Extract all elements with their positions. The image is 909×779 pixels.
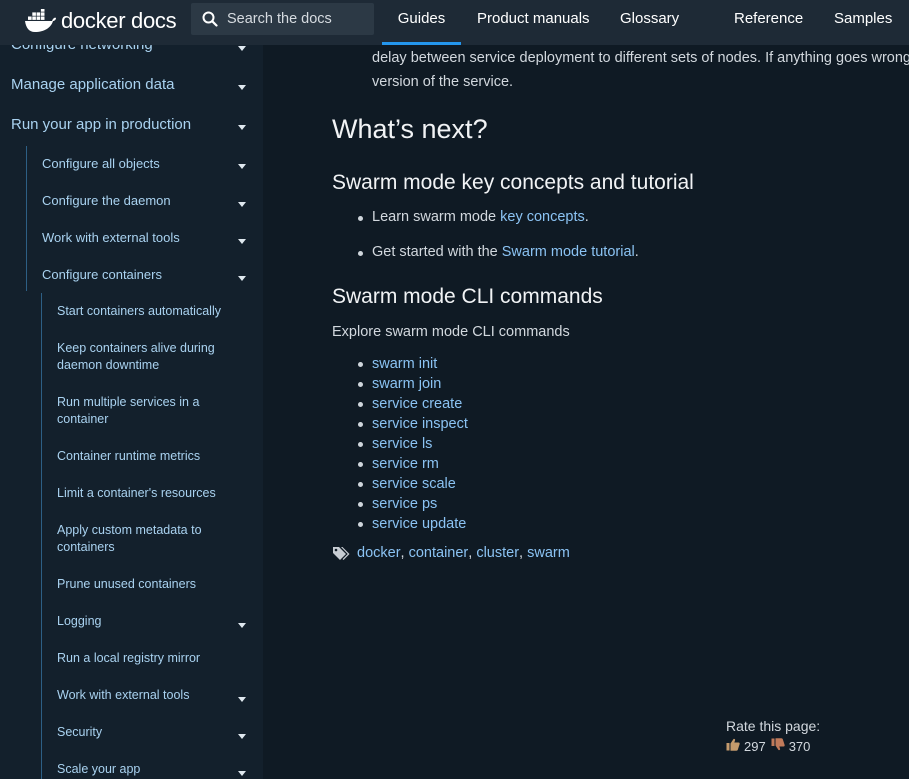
sidebar-item-security[interactable]: Security xyxy=(57,724,232,741)
logo-text: docker docs xyxy=(61,8,177,33)
sidebar-item-keep-containers-alive[interactable]: Keep containers alive during daemon down… xyxy=(57,340,232,374)
tag-link-cluster[interactable]: cluster xyxy=(476,545,519,561)
intro-text-line-1: delay between service deployment to diff… xyxy=(372,50,909,66)
bullet xyxy=(358,502,363,507)
tag-separator: , xyxy=(468,545,477,561)
thumbs-up-count: 297 xyxy=(744,738,766,754)
nesting-line xyxy=(26,146,27,291)
bullet xyxy=(358,251,363,256)
bullet-suffix: . xyxy=(634,244,639,260)
concepts-heading: Swarm mode key concepts and tutorial xyxy=(332,171,694,194)
rate-this-page-label: Rate this page: xyxy=(726,718,821,734)
chevron-down-icon[interactable] xyxy=(238,239,246,244)
thumbs-up-icon[interactable] xyxy=(726,738,740,754)
cli-heading: Swarm mode CLI commands xyxy=(332,285,603,308)
cli-link-service-update[interactable]: service update xyxy=(372,516,466,532)
tag-link-docker[interactable]: docker xyxy=(357,545,401,561)
sidebar-item-run-your-app-in-production[interactable]: Run your app in production xyxy=(11,116,191,133)
bullet xyxy=(358,482,363,487)
search-input[interactable] xyxy=(227,11,367,27)
chevron-down-icon[interactable] xyxy=(238,771,246,776)
cli-link-swarm-join[interactable]: swarm join xyxy=(372,376,441,392)
sidebar-item-prune-unused-containers[interactable]: Prune unused containers xyxy=(57,576,232,593)
bullet xyxy=(358,362,363,367)
nav-tab-guides[interactable]: Guides xyxy=(382,0,461,45)
chevron-down-icon[interactable] xyxy=(238,734,246,739)
bullet xyxy=(358,422,363,427)
docker-docs-logo[interactable]: docker docs xyxy=(23,6,177,36)
sidebar-item-run-local-registry-mirror[interactable]: Run a local registry mirror xyxy=(57,650,232,667)
tags-icon xyxy=(333,546,350,560)
tags-row: docker, container, cluster, swarm xyxy=(332,545,570,561)
bullet-text: Learn swarm mode xyxy=(372,209,501,225)
sidebar-item-manage-application-data[interactable]: Manage application data xyxy=(11,76,174,93)
sidebar-item-limit-container-resources[interactable]: Limit a container's resources xyxy=(57,485,232,502)
chevron-down-icon[interactable] xyxy=(238,46,246,51)
sidebar-item-configure-the-daemon[interactable]: Configure the daemon xyxy=(42,193,171,208)
main-nav: Guides Product manuals Glossary Referenc… xyxy=(382,0,908,45)
concepts-bullet-1: Learn swarm mode key concepts. xyxy=(372,209,589,225)
sidebar-item-container-runtime-metrics[interactable]: Container runtime metrics xyxy=(57,448,232,465)
cli-link-service-ps[interactable]: service ps xyxy=(372,496,437,512)
bullet-suffix: . xyxy=(584,209,589,225)
bullet xyxy=(358,442,363,447)
intro-text-line-2: version of the service. xyxy=(372,74,514,90)
thumbs-down-icon[interactable] xyxy=(771,738,785,754)
key-concepts-link[interactable]: key concepts xyxy=(500,209,585,225)
nav-tab-reference[interactable]: Reference xyxy=(718,0,818,45)
main-content: delay between service deployment to diff… xyxy=(263,45,909,779)
chevron-down-icon[interactable] xyxy=(238,202,246,207)
cli-link-service-ls[interactable]: service ls xyxy=(372,436,432,452)
bullet xyxy=(358,382,363,387)
top-navigation-bar: docker docs Guides Product manuals Gloss… xyxy=(0,0,909,45)
bullet xyxy=(358,402,363,407)
nav-tab-samples[interactable]: Samples xyxy=(818,0,908,45)
cli-link-swarm-init[interactable]: swarm init xyxy=(372,356,437,372)
sidebar-item-work-with-external-tools[interactable]: Work with external tools xyxy=(42,230,180,245)
explore-text: Explore swarm mode CLI commands xyxy=(332,324,570,340)
sidebar-item-configure-containers[interactable]: Configure containers xyxy=(42,267,162,282)
sidebar-item-configure-networking[interactable]: Configure networking xyxy=(11,45,153,53)
sidebar-item-logging[interactable]: Logging xyxy=(57,613,232,630)
sidebar-item-work-with-external-tools-2[interactable]: Work with external tools xyxy=(57,687,232,704)
docker-whale-icon xyxy=(25,9,56,32)
concepts-bullet-2: Get started with the Swarm mode tutorial… xyxy=(372,244,639,260)
chevron-down-icon[interactable] xyxy=(238,623,246,628)
cli-link-service-inspect[interactable]: service inspect xyxy=(372,416,468,432)
bullet xyxy=(358,462,363,467)
tag-separator: , xyxy=(519,545,528,561)
sidebar-item-run-multiple-services[interactable]: Run multiple services in a container xyxy=(57,394,232,428)
search-icon xyxy=(202,11,218,27)
sidebar-item-configure-all-objects[interactable]: Configure all objects xyxy=(42,156,160,171)
sidebar-item-start-containers-automatically[interactable]: Start containers automatically xyxy=(57,303,232,320)
bullet xyxy=(358,216,363,221)
bullet xyxy=(358,522,363,527)
chevron-down-icon[interactable] xyxy=(238,125,246,130)
sidebar-item-apply-custom-metadata[interactable]: Apply custom metadata to containers xyxy=(57,522,232,556)
sidebar-item-scale-your-app[interactable]: Scale your app xyxy=(57,761,232,778)
cli-link-service-scale[interactable]: service scale xyxy=(372,476,456,492)
search-box[interactable] xyxy=(191,3,374,35)
rating-votes: 297 370 xyxy=(726,738,810,754)
whats-next-heading: What’s next? xyxy=(332,114,488,144)
cli-link-service-create[interactable]: service create xyxy=(372,396,462,412)
nesting-line xyxy=(41,293,42,779)
nav-tab-product-manuals[interactable]: Product manuals xyxy=(461,0,604,45)
bullet-text: Get started with the xyxy=(372,244,502,260)
swarm-mode-tutorial-link[interactable]: Swarm mode tutorial xyxy=(502,244,635,260)
chevron-down-icon[interactable] xyxy=(238,697,246,702)
cli-link-service-rm[interactable]: service rm xyxy=(372,456,439,472)
sidebar-navigation: Configure networking Manage application … xyxy=(0,45,263,779)
tag-link-container[interactable]: container xyxy=(409,545,469,561)
chevron-down-icon[interactable] xyxy=(238,85,246,90)
chevron-down-icon[interactable] xyxy=(238,164,246,169)
chevron-down-icon[interactable] xyxy=(238,276,246,281)
nav-tab-glossary[interactable]: Glossary xyxy=(604,0,718,45)
tag-separator: , xyxy=(400,545,409,561)
thumbs-down-count: 370 xyxy=(788,738,811,754)
tag-link-swarm[interactable]: swarm xyxy=(527,545,570,561)
